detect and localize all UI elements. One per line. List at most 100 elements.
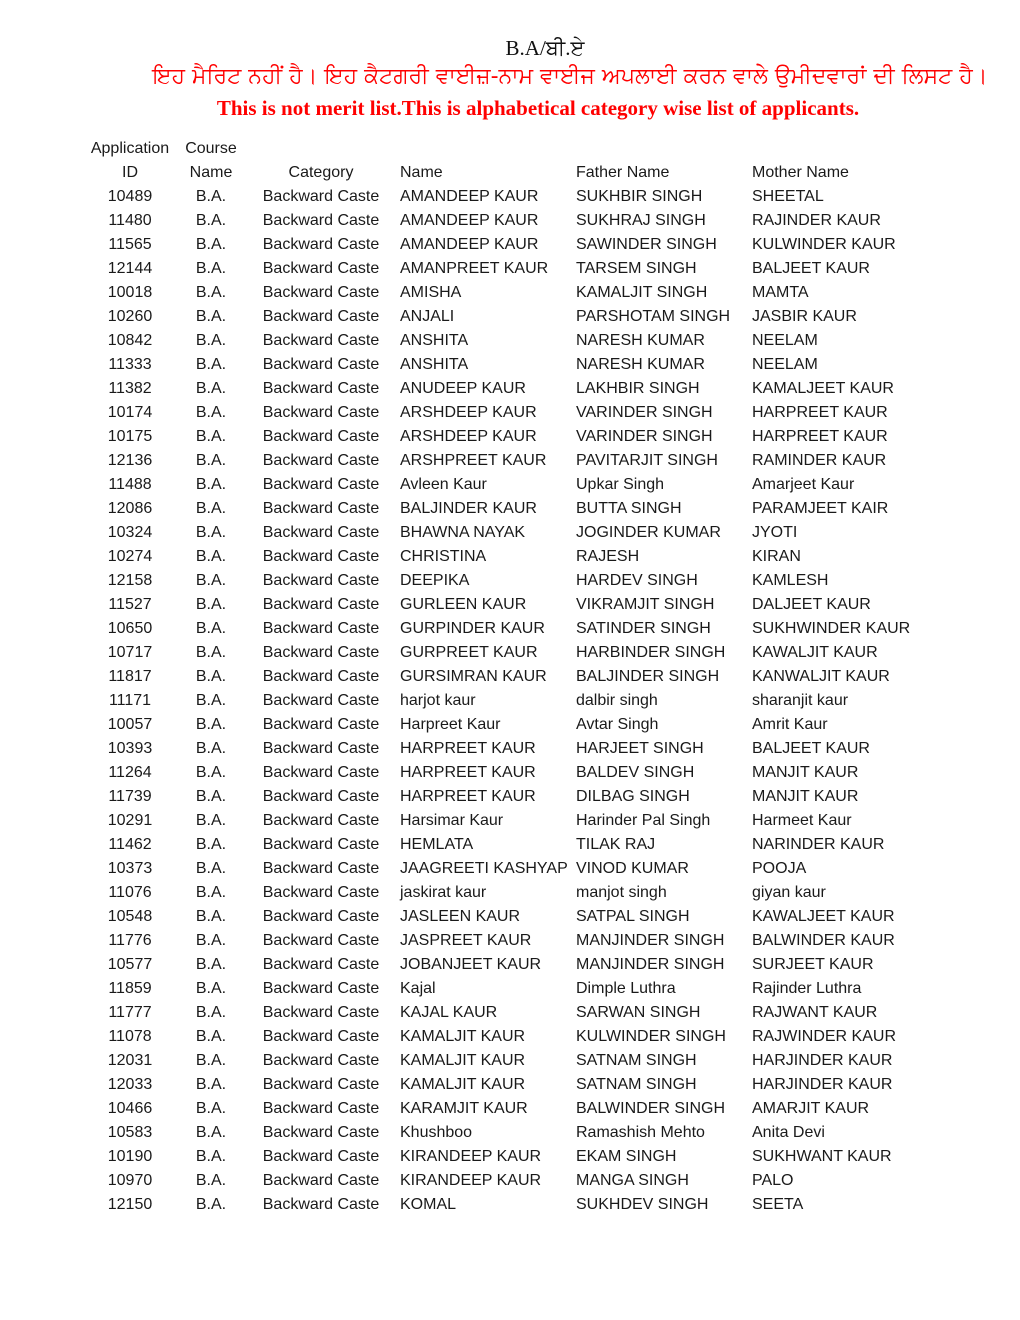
cell-category: Backward Caste xyxy=(262,236,380,253)
cell-mother-name: KANWALJIT KAUR xyxy=(752,668,890,685)
cell-application-id: 10583 xyxy=(107,1124,153,1141)
cell-category: Backward Caste xyxy=(262,956,380,973)
table-row: 12158 B.A. Backward Caste DEEPIKA HARDEV SIN… xyxy=(80,569,928,593)
cell-course-name: B.A. xyxy=(195,452,227,469)
cell-application-id: 11739 xyxy=(108,788,152,805)
cell-name: ARSHPREET KAUR xyxy=(400,452,547,469)
cell-father-name: JOGINDER KUMAR xyxy=(576,524,721,541)
cell-mother-name: BALJEET KAUR xyxy=(752,740,870,757)
applicants-table: Application Course ID Name Category Name… xyxy=(80,137,928,1217)
cell-category: Backward Caste xyxy=(262,764,380,781)
cell-application-id: 11480 xyxy=(108,212,152,229)
cell-father-name: MANJINDER SINGH xyxy=(576,932,725,949)
cell-name: harjot kaur xyxy=(400,692,476,709)
cell-father-name: EKAM SINGH xyxy=(576,1148,677,1165)
cell-category: Backward Caste xyxy=(262,332,380,349)
cell-application-id: 10970 xyxy=(107,1172,153,1189)
cell-application-id: 12136 xyxy=(107,452,153,469)
cell-category: Backward Caste xyxy=(262,572,380,589)
cell-father-name: NARESH KUMAR xyxy=(576,356,705,373)
cell-mother-name: RAJINDER KAUR xyxy=(752,212,881,229)
cell-name: Khushboo xyxy=(400,1124,473,1141)
table-row: 10489 B.A. Backward Caste AMANDEEP KAUR SUKH… xyxy=(80,185,928,209)
cell-name: ANSHITA xyxy=(400,332,469,349)
cell-name: ARSHDEEP KAUR xyxy=(400,404,537,421)
cell-category: Backward Caste xyxy=(262,548,380,565)
table-row: 11078 B.A. Backward Caste KAMALJIT KAUR KULW… xyxy=(80,1025,928,1049)
cell-application-id: 10842 xyxy=(107,332,153,349)
cell-father-name: Dimple Luthra xyxy=(576,980,676,997)
cell-father-name: Ramashish Mehto xyxy=(576,1124,705,1141)
cell-category: Backward Caste xyxy=(262,500,380,517)
cell-course-name: B.A. xyxy=(195,1100,227,1117)
cell-course-name: B.A. xyxy=(195,188,227,205)
cell-application-id: 11565 xyxy=(108,236,152,253)
cell-course-name: B.A. xyxy=(195,572,227,589)
cell-application-id: 12031 xyxy=(107,1052,153,1069)
cell-category: Backward Caste xyxy=(262,860,380,877)
cell-application-id: 10489 xyxy=(107,188,153,205)
cell-father-name: KULWINDER SINGH xyxy=(576,1028,726,1045)
header-empty xyxy=(400,137,576,161)
cell-application-id: 10393 xyxy=(107,740,153,757)
cell-category: Backward Caste xyxy=(262,1028,380,1045)
cell-course-name: B.A. xyxy=(195,1076,227,1093)
cell-mother-name: KAMALJEET KAUR xyxy=(752,380,894,397)
cell-application-id: 11817 xyxy=(108,668,152,685)
cell-course-name: B.A. xyxy=(195,596,227,613)
cell-father-name: BALDEV SINGH xyxy=(576,764,695,781)
cell-name: GURSIMRAN KAUR xyxy=(400,668,547,685)
cell-name: HARPREET KAUR xyxy=(400,788,536,805)
table-row: 12086 B.A. Backward Caste BALJINDER KAUR BUT… xyxy=(80,497,928,521)
cell-mother-name: SHEETAL xyxy=(752,188,824,205)
table-body: 10489 B.A. Backward Caste AMANDEEP KAUR SUKH… xyxy=(80,185,928,1217)
table-row: 10970 B.A. Backward Caste KIRANDEEP KAUR MAN… xyxy=(80,1169,928,1193)
cell-category: Backward Caste xyxy=(262,1076,380,1093)
cell-name: BHAWNA NAYAK xyxy=(400,524,526,541)
cell-name: KAMALJIT KAUR xyxy=(400,1052,526,1069)
cell-course-name: B.A. xyxy=(195,668,227,685)
cell-category: Backward Caste xyxy=(262,1004,380,1021)
cell-name: jaskirat kaur xyxy=(400,884,487,901)
cell-category: Backward Caste xyxy=(262,452,380,469)
cell-category: Backward Caste xyxy=(262,836,380,853)
cell-father-name: BALWINDER SINGH xyxy=(576,1100,726,1117)
cell-application-id: 10018 xyxy=(107,284,153,301)
cell-application-id: 11333 xyxy=(108,356,152,373)
cell-category: Backward Caste xyxy=(262,1148,380,1165)
cell-name: GURPINDER KAUR xyxy=(400,620,545,637)
table-row: 10274 B.A. Backward Caste CHRISTINA RAJESH KI… xyxy=(80,545,928,569)
cell-application-id: 11488 xyxy=(108,476,152,493)
cell-application-id: 10717 xyxy=(107,644,153,661)
table-row: 12031 B.A. Backward Caste KAMALJIT KAUR SATN… xyxy=(80,1049,928,1073)
cell-name: AMISHA xyxy=(400,284,462,301)
cell-category: Backward Caste xyxy=(262,788,380,805)
notice-punjabi: ਇਹ ਮੈਰਿਟ ਨਹੀਂ ਹੈ। ਇਹ ਕੈਟਗਰੀ ਵਾਈਜ਼-ਨਾਮ ਵਾ… xyxy=(152,64,988,89)
cell-mother-name: BALWINDER KAUR xyxy=(752,932,895,949)
cell-name: Avleen Kaur xyxy=(400,476,487,493)
cell-mother-name: SUKHWANT KAUR xyxy=(752,1148,892,1165)
table-row: 11333 B.A. Backward Caste ANSHITA NARESH KUM… xyxy=(80,353,928,377)
table-row: 10175 B.A. Backward Caste ARSHDEEP KAUR VARI… xyxy=(80,425,928,449)
table-row: 11488 B.A. Backward Caste Avleen Kaur Upkar … xyxy=(80,473,928,497)
cell-father-name: LAKHBIR SINGH xyxy=(576,380,700,397)
cell-name: KAJAL KAUR xyxy=(400,1004,498,1021)
cell-course-name: B.A. xyxy=(195,1052,227,1069)
table-row: 11171 B.A. Backward Caste harjot kaur dalbir… xyxy=(80,689,928,713)
cell-mother-name: MANJIT KAUR xyxy=(752,788,859,805)
cell-mother-name: giyan kaur xyxy=(752,884,826,901)
cell-mother-name: RAMINDER KAUR xyxy=(752,452,887,469)
cell-application-id: 12033 xyxy=(107,1076,153,1093)
cell-application-id: 10650 xyxy=(107,620,153,637)
table-row: 10373 B.A. Backward Caste JAAGREETI KASHYAP… xyxy=(80,857,928,881)
header-application-id-line2: ID xyxy=(122,164,138,181)
table-row: 11817 B.A. Backward Caste GURSIMRAN KAUR BAL… xyxy=(80,665,928,689)
cell-father-name: Avtar Singh xyxy=(576,716,659,733)
cell-category: Backward Caste xyxy=(262,380,380,397)
cell-category: Backward Caste xyxy=(262,356,380,373)
cell-father-name: TILAK RAJ xyxy=(576,836,656,853)
cell-name: AMANDEEP KAUR xyxy=(400,212,539,229)
table-row: 10260 B.A. Backward Caste ANJALI PARSHOTAM S… xyxy=(80,305,928,329)
cell-application-id: 12086 xyxy=(107,500,153,517)
cell-course-name: B.A. xyxy=(195,716,227,733)
